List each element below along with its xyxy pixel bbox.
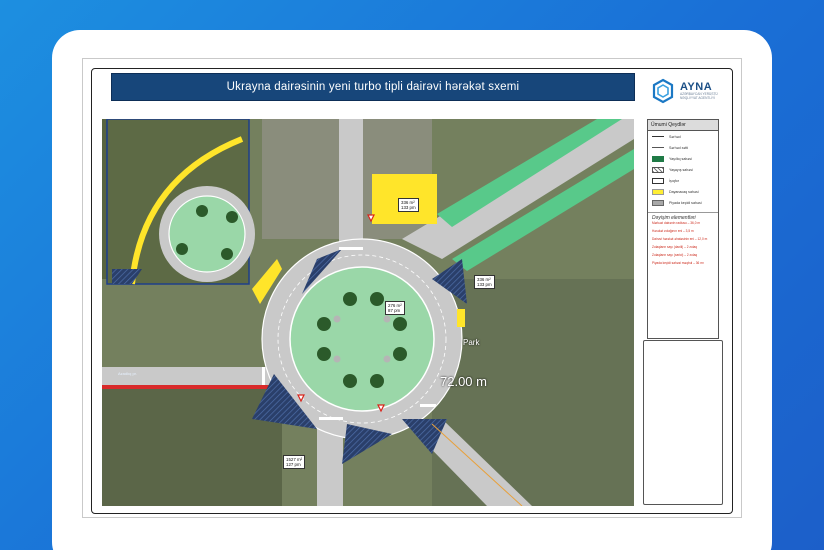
map-drawing <box>102 119 634 506</box>
legend-note: Mərkəzi dairənin radiusu – 36,0 m <box>652 221 701 225</box>
area-tag: 336 m² 133 pm <box>398 198 419 212</box>
legend-note: Zolaqların sayı (daxili) – 2 zolaq <box>652 245 698 249</box>
legend-subtitle: Dəyişim elementləri <box>648 212 718 221</box>
legend-item: Yaşıllıq sahəsi <box>648 153 718 164</box>
legend-item: Sərhəd <box>648 131 718 142</box>
area-tag: 336 m² 133 pm <box>474 275 495 289</box>
roundabout-map <box>102 119 634 506</box>
legend-item-label: Yaşıllıq sahəsi <box>669 156 692 161</box>
yellow-swatch-icon <box>652 188 664 195</box>
legend-note: Piyada keçidi sahəsi məqbul – 36 m² <box>652 261 704 265</box>
green-swatch-icon <box>652 155 664 162</box>
legend-item: Yaşayış sahəsi <box>648 164 718 175</box>
park-label: Park <box>463 338 480 347</box>
area-tag-perimeter: 127 pm <box>286 462 301 467</box>
notes-panel <box>643 340 723 505</box>
line-swatch-icon <box>652 136 664 137</box>
road-label: Azadlıq pr. <box>118 371 137 376</box>
line-swatch-icon <box>652 147 664 148</box>
legend-item: İşıqfor <box>648 175 718 186</box>
legend-title: Ümumi Qeydlər <box>648 120 718 131</box>
ayna-logo: AYNA AZƏRBAYCAN YERÜSTÜ NƏQLİYYAT AGENTL… <box>650 74 730 108</box>
signal-swatch-icon <box>652 177 664 184</box>
legend-item-label: Sərhəd <box>669 134 681 139</box>
logo-subtitle: AZƏRBAYCAN YERÜSTÜ NƏQLİYYAT AGENTLİYİ <box>680 92 718 100</box>
legend-item-label: Yaşayış sahəsi <box>669 167 693 172</box>
hatch-swatch-icon <box>652 166 664 173</box>
page-title: Ukrayna dairəsinin yeni turbo tipli dair… <box>111 73 635 101</box>
area-tag: 276 m² 87 pm <box>385 301 405 315</box>
legend-panel: Ümumi Qeydlər Sərhəd Sərhəd xətti Yaşıll… <box>647 119 719 339</box>
legend-item: Sərhəd xətti <box>648 142 718 153</box>
grey-swatch-icon <box>652 199 664 206</box>
area-tag-perimeter: 87 pm <box>388 308 401 313</box>
legend-item: Piyada keçidi sahəsi <box>648 197 718 208</box>
legend-item-label: Dayanacaq sahəsi <box>669 189 699 194</box>
area-tag: 1527 m² 127 pm <box>283 455 306 469</box>
legend-note: Dairəvi hərəkət əhatəsinin eni – 12,0 m <box>652 237 708 241</box>
legend-item-label: İşıqfor <box>669 178 679 183</box>
legend-note: Hərəkət zolağının eni – 3,5 m <box>652 229 694 233</box>
legend-item: Dayanacaq sahəsi <box>648 186 718 197</box>
area-tag-perimeter: 133 pm <box>401 205 416 210</box>
legend-item-label: Sərhəd xətti <box>669 145 689 150</box>
legend-note: Zolaqların sayı (xarici) – 2 zolaq <box>652 253 698 257</box>
area-tag-perimeter: 133 pm <box>477 282 492 287</box>
distance-label: 72.00 m <box>440 374 487 389</box>
legend-item-label: Piyada keçidi sahəsi <box>669 200 702 205</box>
ayna-logo-icon <box>652 78 674 104</box>
